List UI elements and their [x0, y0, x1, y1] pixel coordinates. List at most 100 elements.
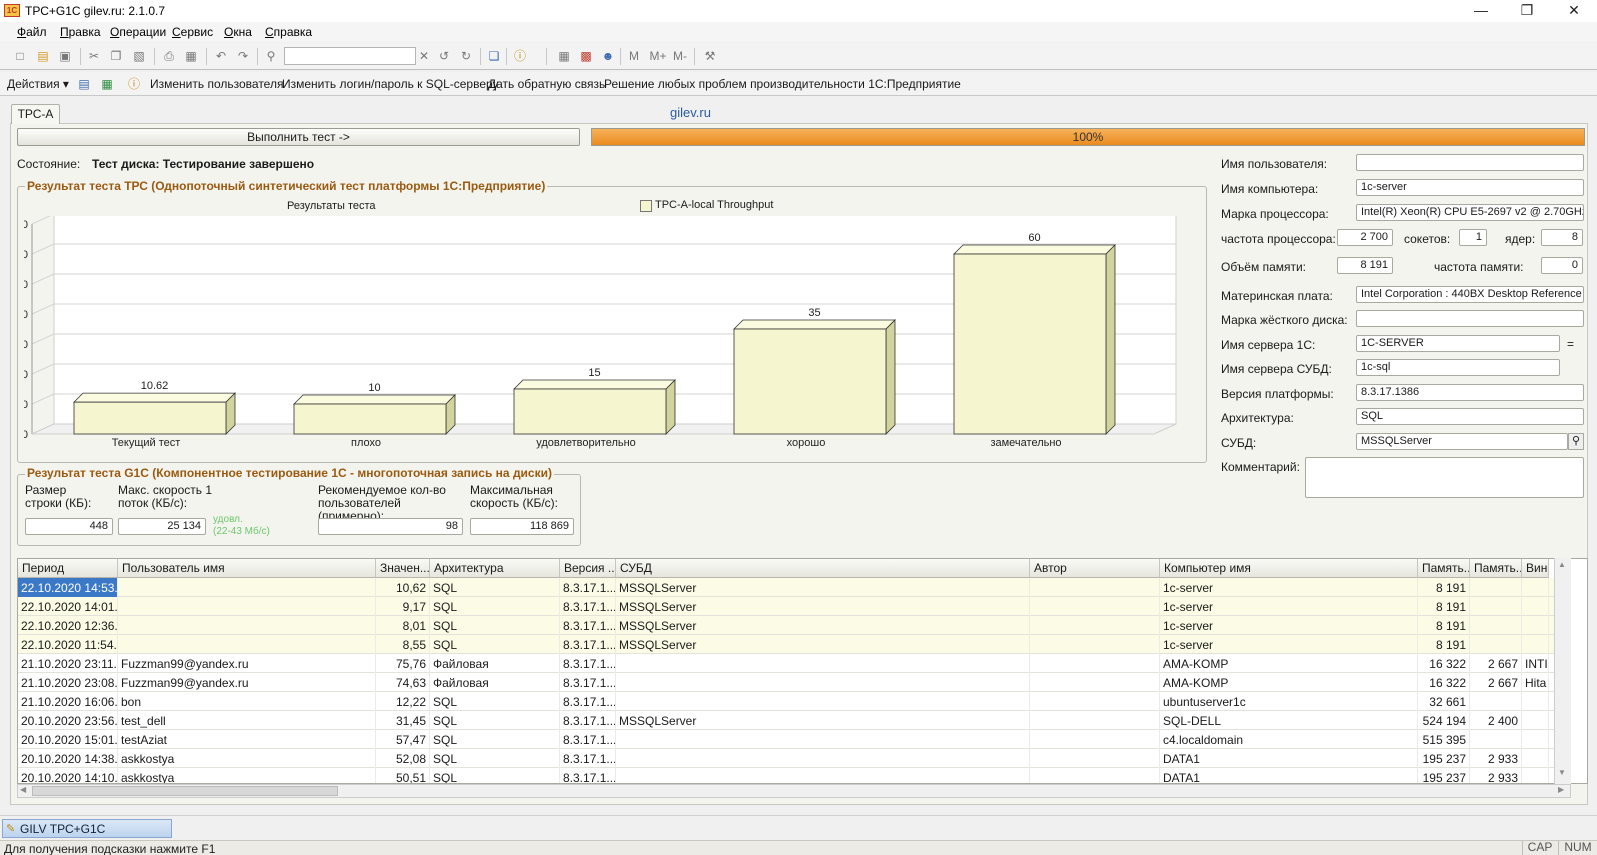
menu-file[interactable]: Файл	[17, 25, 47, 39]
table-row[interactable]: 22.10.2020 12:36... 8,01 SQL 8.3.17.1... MSS…	[18, 616, 1555, 635]
action-bar: Действия ▾ ▤ ▦ ⓘ Изменить пользователя И…	[0, 72, 1597, 96]
scroll-down-icon[interactable]: ▼	[1558, 768, 1566, 777]
windows-icon[interactable]: ❏	[486, 48, 502, 64]
horizontal-scrollbar[interactable]: ◀ ▶	[17, 784, 1571, 798]
search-next-icon[interactable]: ↻	[458, 48, 474, 64]
hdd-field[interactable]	[1356, 310, 1584, 327]
column-header[interactable]: Память...	[1470, 559, 1522, 578]
column-header[interactable]: Период	[18, 559, 118, 578]
run-test-button[interactable]: Выполнить тест ->	[17, 128, 580, 146]
table-cell	[1522, 597, 1549, 616]
info-icon[interactable]: ⓘ	[512, 48, 528, 64]
db-server-field[interactable]: 1c-sql	[1356, 359, 1560, 376]
table-row[interactable]: 20.10.2020 23:56... test_dell 31,45 SQL 8.3.…	[18, 711, 1555, 730]
column-header[interactable]: Значен...	[376, 559, 430, 578]
print-preview-icon[interactable]: ▦	[183, 48, 199, 64]
table-row[interactable]: 21.10.2020 23:11... Fuzzman99@yandex.ru 75…	[18, 654, 1555, 673]
change-user-link[interactable]: Изменить пользователя	[150, 77, 283, 91]
column-header[interactable]: Вин	[1522, 559, 1549, 578]
cut-icon[interactable]: ✂	[86, 48, 102, 64]
tab-tpc-a[interactable]: ТРС-А	[11, 104, 60, 124]
search-prev-icon[interactable]: ↺	[436, 48, 452, 64]
cores-field[interactable]: 8	[1541, 229, 1583, 246]
taskbar-item[interactable]: ✎ GILV ТРС+G1C	[2, 819, 172, 838]
close-button[interactable]: ✕	[1551, 0, 1597, 22]
search-icon[interactable]: ⚲	[1568, 433, 1584, 450]
performance-solutions-link[interactable]: Решение любых проблем производительности…	[604, 77, 961, 91]
motherboard-field[interactable]: Intel Corporation : 440BX Desktop Refere…	[1356, 286, 1584, 303]
memory-field[interactable]: 8 191	[1337, 257, 1393, 274]
user-field[interactable]	[1356, 154, 1584, 171]
column-header[interactable]: Автор	[1030, 559, 1160, 578]
clear-search-icon[interactable]: ✕	[416, 48, 432, 64]
server-1c-field[interactable]: 1C-SERVER	[1356, 335, 1560, 352]
scroll-right-icon[interactable]: ▶	[1558, 785, 1564, 794]
copy-icon[interactable]: ❐	[108, 48, 124, 64]
search-input[interactable]	[284, 47, 416, 65]
feedback-link[interactable]: Дать обратную связь	[488, 77, 605, 91]
scroll-thumb[interactable]	[32, 786, 338, 796]
actions-menu[interactable]: Действия ▾	[7, 77, 69, 91]
menu-service[interactable]: Сервис	[172, 25, 213, 39]
settings-icon[interactable]: ⚒	[702, 48, 718, 64]
menu-operations[interactable]: Операции	[110, 25, 166, 39]
table-row[interactable]: 21.10.2020 23:08... Fuzzman99@yandex.ru 74…	[18, 673, 1555, 692]
save-icon[interactable]: ▣	[57, 48, 73, 64]
caps-indicator: CAP	[1522, 841, 1557, 855]
table-row[interactable]: 20.10.2020 15:01... testAziat 57,47 SQL 8.3.…	[18, 730, 1555, 749]
table-row[interactable]: 22.10.2020 11:54... 8,55 SQL 8.3.17.1... MSS…	[18, 635, 1555, 654]
minimize-button[interactable]: —	[1458, 0, 1504, 22]
column-header[interactable]: Компьютер имя	[1160, 559, 1418, 578]
table-row[interactable]: 20.10.2020 14:10... askkostya 50,51 SQL 8.3.…	[18, 768, 1555, 783]
memory-plus-icon[interactable]: M+	[648, 48, 668, 64]
column-header[interactable]: Архитектура	[430, 559, 560, 578]
cpu-freq-field[interactable]: 2 700	[1337, 229, 1393, 246]
memory-freq-field[interactable]: 0	[1541, 257, 1583, 274]
architecture-field[interactable]: SQL	[1356, 408, 1584, 425]
table-row[interactable]: 21.10.2020 16:06... bon 12,22 SQL 8.3.17.1..…	[18, 692, 1555, 711]
platform-field[interactable]: 8.3.17.1386	[1356, 384, 1584, 401]
users-icon[interactable]: ☻	[600, 48, 616, 64]
table-row[interactable]: 20.10.2020 14:38... askkostya 52,08 SQL 8.3.…	[18, 749, 1555, 768]
dbms-field[interactable]: MSSQLServer	[1356, 433, 1568, 450]
vertical-scrollbar[interactable]: ▲ ▼	[1554, 558, 1571, 784]
memory-m-icon[interactable]: M	[626, 48, 642, 64]
help-icon[interactable]: ⓘ	[126, 76, 142, 92]
export-icon[interactable]: ▦	[99, 76, 115, 92]
calculator-icon[interactable]: ▦	[556, 48, 572, 64]
row-size-field[interactable]: 448	[25, 518, 113, 535]
scroll-left-icon[interactable]: ◀	[20, 785, 26, 794]
column-header[interactable]: Память...	[1418, 559, 1470, 578]
find-icon[interactable]: ⚲	[263, 48, 279, 64]
max-speed-1-field[interactable]: 25 134	[118, 518, 206, 535]
comment-field[interactable]	[1305, 457, 1584, 498]
users-field[interactable]: 98	[318, 518, 463, 535]
open-folder-icon[interactable]: ▤	[35, 48, 51, 64]
change-sql-login-link[interactable]: Изменить логин/пароль к SQL-серверу	[282, 77, 499, 91]
computer-field[interactable]: 1c-server	[1356, 179, 1584, 196]
pencil-icon: ✎	[6, 823, 16, 835]
max-speed-field[interactable]: 118 869	[470, 518, 574, 535]
scroll-up-icon[interactable]: ▲	[1558, 560, 1566, 569]
sockets-field[interactable]: 1	[1459, 229, 1487, 246]
table-cell: 21.10.2020 23:11...	[18, 654, 118, 673]
new-document-icon[interactable]: □	[12, 48, 28, 64]
memory-minus-icon[interactable]: M-	[670, 48, 690, 64]
print-icon[interactable]: ⎙	[161, 48, 177, 64]
column-header[interactable]: СУБД	[616, 559, 1030, 578]
redo-icon[interactable]: ↷	[235, 48, 251, 64]
table-row[interactable]: 22.10.2020 14:53... 10,62 SQL 8.3.17.1... MS…	[18, 578, 1555, 597]
cpu-field[interactable]: Intel(R) Xeon(R) CPU E5-2697 v2 @ 2.70GH…	[1356, 204, 1584, 221]
calendar-icon[interactable]: ▩	[578, 48, 594, 64]
menu-windows[interactable]: Окна	[224, 25, 252, 39]
view-icon[interactable]: ▤	[76, 76, 92, 92]
menu-edit[interactable]: Правка	[60, 25, 101, 39]
menu-help[interactable]: Справка	[265, 25, 312, 39]
table-row[interactable]: 22.10.2020 14:01... 9,17 SQL 8.3.17.1... MSS…	[18, 597, 1555, 616]
column-header[interactable]: Версия ...	[560, 559, 616, 578]
restore-button[interactable]: ❐	[1504, 0, 1550, 22]
paste-icon[interactable]: ▧	[131, 48, 147, 64]
gilev-link[interactable]: gilev.ru	[670, 105, 711, 120]
undo-icon[interactable]: ↶	[213, 48, 229, 64]
column-header[interactable]: Пользователь имя	[118, 559, 376, 578]
